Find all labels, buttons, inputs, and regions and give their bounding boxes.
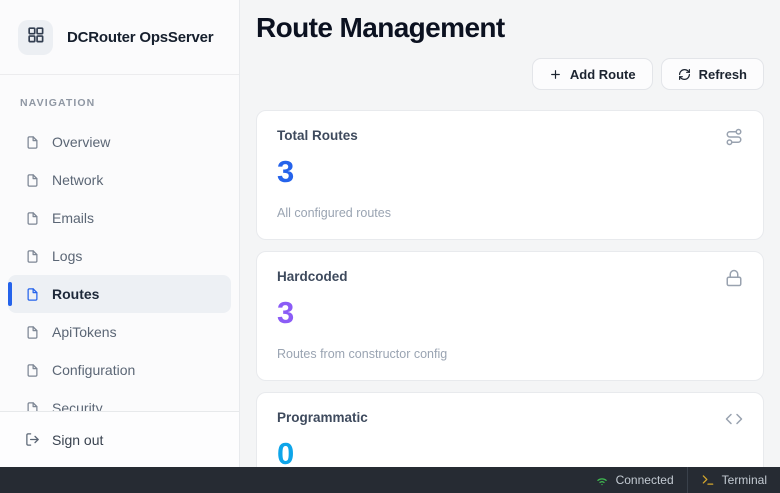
sidebar-item-label: Overview	[52, 134, 110, 150]
add-route-label: Add Route	[570, 67, 636, 82]
terminal-button[interactable]: Terminal	[688, 467, 780, 493]
connection-status: Connected	[582, 467, 687, 493]
sign-out-label: Sign out	[52, 432, 103, 448]
grid-icon	[26, 25, 45, 49]
file-icon	[25, 401, 40, 412]
file-icon	[25, 211, 40, 226]
terminal-icon	[701, 473, 715, 487]
sidebar-header: DCRouter OpsServer	[0, 0, 239, 75]
status-bar: Connected Terminal	[0, 467, 780, 493]
sidebar-item-apitokens[interactable]: ApiTokens	[8, 313, 231, 351]
sidebar-item-configuration[interactable]: Configuration	[8, 351, 231, 389]
sidebar-nav: NAVIGATION Overview Network Emails Logs	[0, 75, 239, 411]
page-title: Route Management	[256, 12, 764, 44]
card-hardcoded: Hardcoded 3 Routes from constructor conf…	[256, 251, 764, 381]
logout-icon	[25, 432, 40, 447]
sidebar-item-emails[interactable]: Emails	[8, 199, 231, 237]
card-programmatic: Programmatic 0	[256, 392, 764, 467]
card-value: 3	[277, 155, 743, 189]
plus-icon	[549, 68, 562, 81]
sidebar-item-label: Security	[52, 400, 103, 411]
card-total-routes: Total Routes 3 All configured routes	[256, 110, 764, 240]
stat-cards: Total Routes 3 All configured routes Har…	[256, 110, 764, 467]
refresh-label: Refresh	[699, 67, 747, 82]
file-icon	[25, 363, 40, 378]
toolbar: Add Route Refresh	[256, 58, 764, 90]
code-icon	[725, 410, 743, 428]
sidebar-item-label: Configuration	[52, 362, 135, 378]
card-title: Programmatic	[277, 410, 368, 425]
connection-status-label: Connected	[616, 473, 674, 487]
file-icon	[25, 325, 40, 340]
file-icon	[25, 173, 40, 188]
card-title: Total Routes	[277, 128, 358, 143]
file-icon	[25, 135, 40, 150]
card-subtitle: All configured routes	[277, 206, 743, 220]
nav-section-label: NAVIGATION	[20, 97, 231, 109]
add-route-button[interactable]: Add Route	[532, 58, 653, 90]
terminal-label: Terminal	[722, 473, 767, 487]
sidebar-item-label: Routes	[52, 286, 99, 302]
main-content: Route Management Add Route Refresh Total…	[240, 0, 780, 467]
app-title: DCRouter OpsServer	[67, 29, 213, 46]
sidebar-item-logs[interactable]: Logs	[8, 237, 231, 275]
file-icon	[25, 287, 40, 302]
card-title: Hardcoded	[277, 269, 348, 284]
sidebar-item-security[interactable]: Security	[8, 389, 231, 411]
refresh-icon	[678, 68, 691, 81]
app-logo	[18, 20, 53, 55]
wifi-icon	[595, 473, 609, 487]
app-window: DCRouter OpsServer NAVIGATION Overview N…	[0, 0, 780, 493]
file-icon	[25, 249, 40, 264]
sidebar-item-label: ApiTokens	[52, 324, 117, 340]
card-subtitle: Routes from constructor config	[277, 347, 743, 361]
body-row: DCRouter OpsServer NAVIGATION Overview N…	[0, 0, 780, 467]
card-value: 3	[277, 296, 743, 330]
sidebar-item-label: Emails	[52, 210, 94, 226]
sidebar: DCRouter OpsServer NAVIGATION Overview N…	[0, 0, 240, 467]
sign-out-button[interactable]: Sign out	[0, 411, 239, 467]
sidebar-item-label: Network	[52, 172, 103, 188]
sidebar-item-routes[interactable]: Routes	[8, 275, 231, 313]
sidebar-item-network[interactable]: Network	[8, 161, 231, 199]
refresh-button[interactable]: Refresh	[661, 58, 764, 90]
card-value: 0	[277, 437, 743, 467]
lock-icon	[725, 269, 743, 287]
sidebar-item-overview[interactable]: Overview	[8, 123, 231, 161]
route-icon	[725, 128, 743, 146]
sidebar-item-label: Logs	[52, 248, 82, 264]
